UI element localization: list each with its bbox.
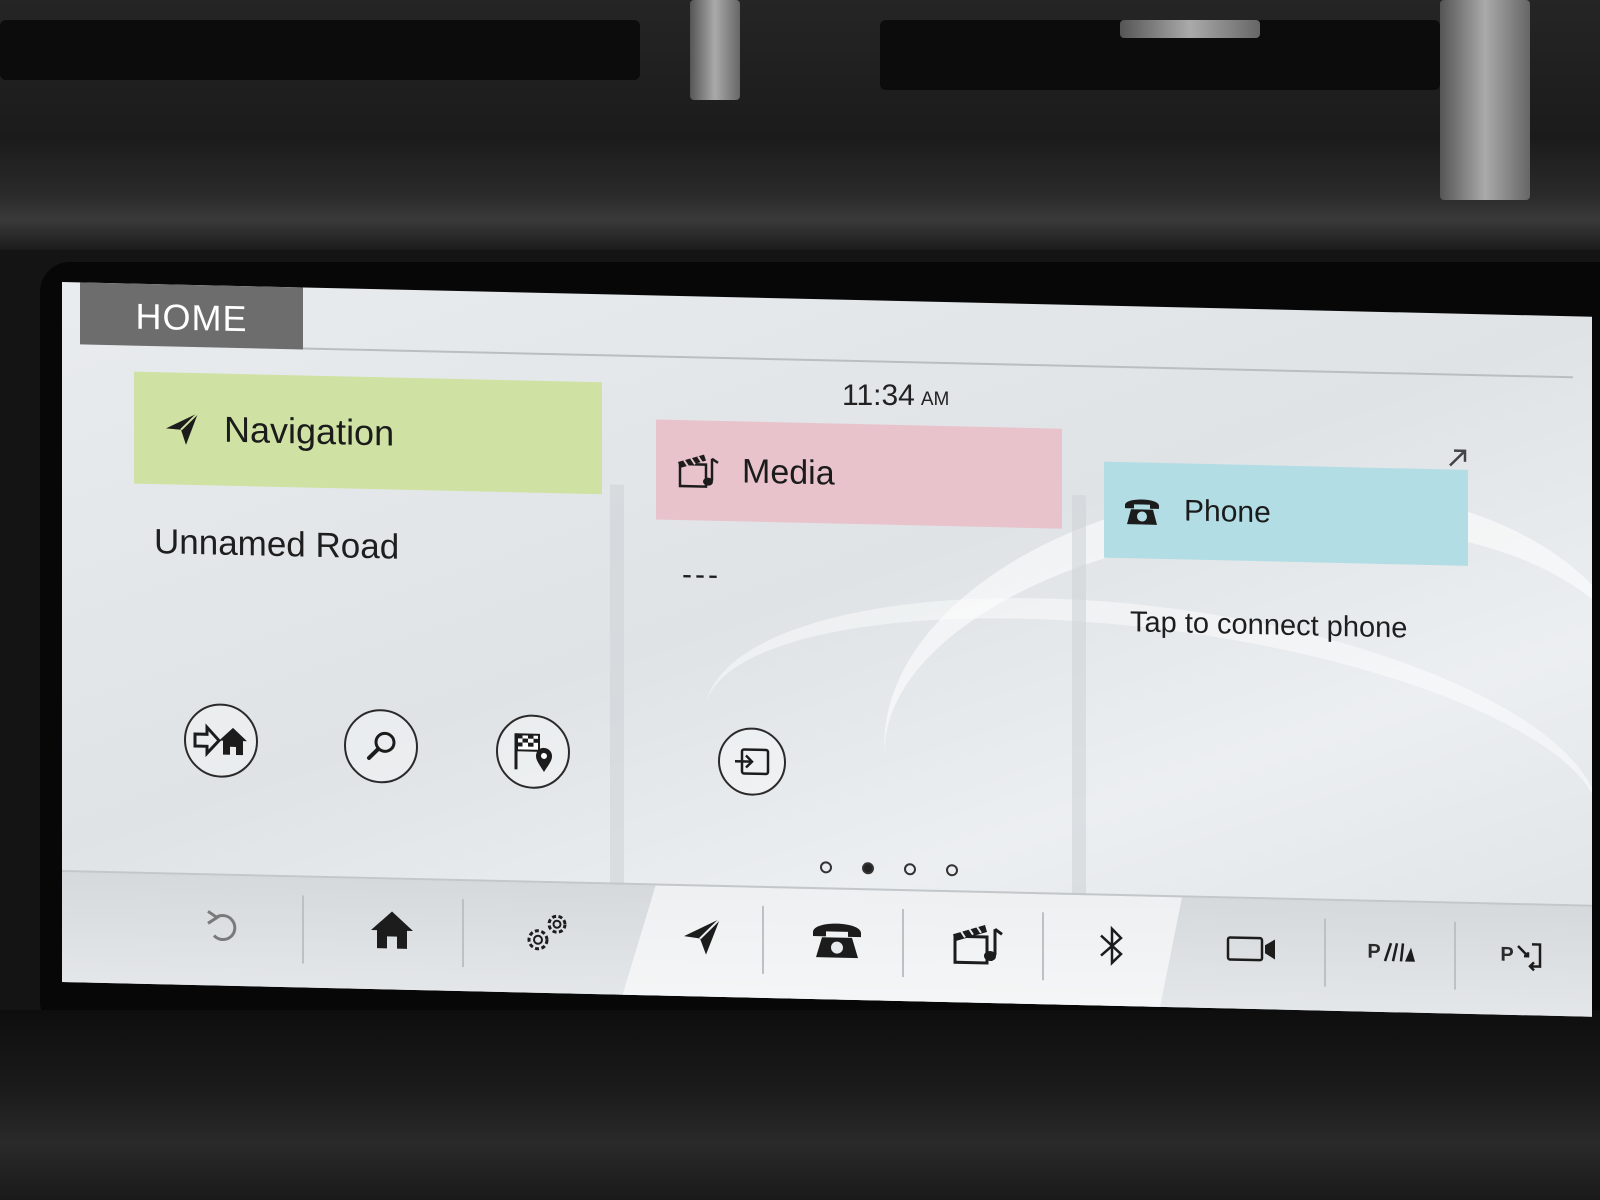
park-exit-icon <box>1516 943 1541 972</box>
bar-divider <box>762 905 764 974</box>
navigation-tile-header[interactable]: Navigation <box>134 371 602 495</box>
phone-icon <box>1125 499 1159 525</box>
vent-control <box>1120 20 1260 38</box>
media-clapper-icon <box>678 454 719 488</box>
home-button[interactable] <box>322 878 462 981</box>
header-divider <box>303 347 1573 379</box>
column-divider <box>610 484 624 905</box>
camera-icon <box>1226 936 1275 962</box>
bar-divider <box>1454 921 1456 990</box>
back-button[interactable] <box>162 874 282 977</box>
destination-button[interactable] <box>496 713 570 790</box>
media-tile-header[interactable]: Media <box>656 419 1062 529</box>
current-road-text: Unnamed Road <box>154 522 400 567</box>
page-indicator <box>820 861 958 877</box>
back-icon <box>207 910 237 941</box>
park-exit-button[interactable]: P <box>1462 904 1582 1007</box>
bar-divider <box>462 899 464 968</box>
bar-divider <box>1324 918 1326 987</box>
camera-button[interactable] <box>1182 897 1322 1000</box>
source-input-icon <box>735 748 770 776</box>
dashboard-upper-trim <box>0 0 1600 250</box>
column-divider <box>1072 494 1086 916</box>
home-tab[interactable]: HOME <box>80 282 303 350</box>
page-dot-active[interactable] <box>862 862 874 875</box>
parking-assist-button[interactable]: P <box>1332 901 1452 1004</box>
infotainment-screen: HOME 11:34 AM Navigation Unnamed Road Me… <box>62 282 1592 1017</box>
search-destination-button[interactable] <box>344 708 418 785</box>
vent-control <box>690 0 740 100</box>
connect-phone-prompt[interactable]: Tap to connect phone <box>1130 606 1407 645</box>
bar-divider <box>1042 912 1044 981</box>
media-clapper-icon <box>953 924 1003 965</box>
phone-tile-header[interactable]: Phone <box>1104 461 1468 566</box>
navigation-arrow-icon <box>684 918 721 955</box>
settings-gears-icon <box>527 914 567 951</box>
collapse-icon[interactable] <box>1444 443 1472 472</box>
media-title: Media <box>742 451 835 493</box>
clock: 11:34 AM <box>842 379 949 413</box>
page-dot[interactable] <box>904 863 916 876</box>
bluetooth-icon <box>1100 925 1123 966</box>
bar-divider <box>302 895 304 964</box>
navigation-arrow-icon <box>166 412 199 445</box>
media-now-playing-text: --- <box>682 558 721 592</box>
go-home-button[interactable] <box>184 702 258 779</box>
navigation-title: Navigation <box>224 408 395 454</box>
phone-title: Phone <box>1184 494 1271 530</box>
vent-control <box>1440 0 1530 200</box>
clock-period: AM <box>920 388 950 410</box>
air-vent <box>0 20 640 80</box>
parking-assist-icon <box>1383 942 1415 962</box>
page-dot[interactable] <box>820 861 832 874</box>
media-button[interactable] <box>912 891 1042 994</box>
settings-button[interactable] <box>472 881 622 984</box>
clock-time: 11:34 <box>842 378 915 412</box>
phone-icon <box>813 923 861 959</box>
search-icon <box>367 731 396 760</box>
destination-flag-icon <box>514 733 552 772</box>
home-icon <box>371 911 413 949</box>
park-exit-label: P <box>1500 943 1514 966</box>
go-home-icon <box>193 723 247 758</box>
phone-button[interactable] <box>772 888 902 991</box>
dashboard-lower-trim <box>0 1010 1600 1200</box>
bluetooth-button[interactable] <box>1052 894 1172 997</box>
bar-divider <box>902 909 904 978</box>
media-source-button[interactable] <box>718 726 786 797</box>
page-dot[interactable] <box>946 864 958 877</box>
navigation-button[interactable] <box>632 885 772 988</box>
parking-assist-label: P <box>1367 940 1381 963</box>
